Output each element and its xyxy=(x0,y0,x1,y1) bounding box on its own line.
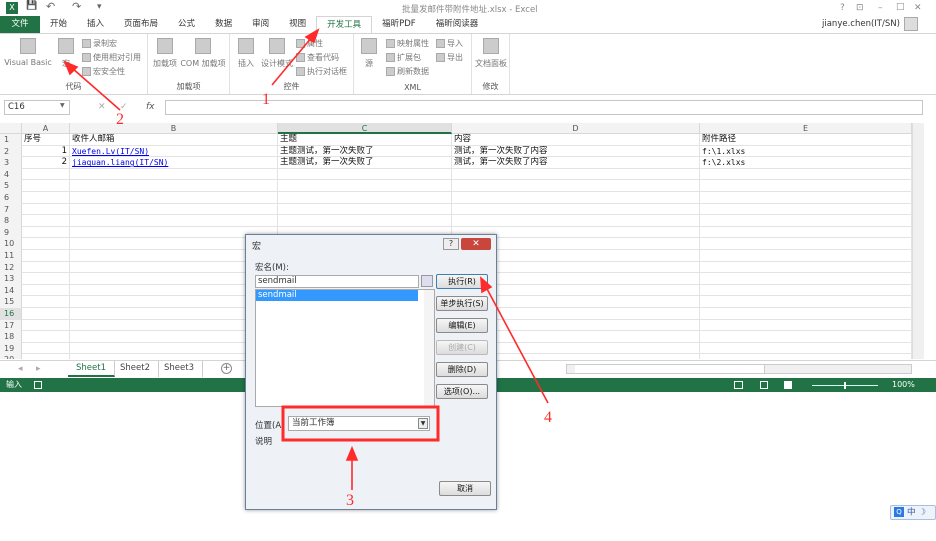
annotation-arrow-2 xyxy=(71,67,121,111)
annotation-label-2: 2 xyxy=(116,111,124,128)
annotation-arrow-1 xyxy=(271,36,313,86)
annotation-arrow-4 xyxy=(485,286,549,404)
arrow-head-icon xyxy=(63,60,79,76)
annotation-box xyxy=(281,405,440,442)
arrow-head-icon xyxy=(345,445,359,461)
annotation-layer: 1 2 3 4 xyxy=(63,28,552,509)
annotation-label-3: 3 xyxy=(346,492,354,509)
arrow-head-icon xyxy=(304,28,320,44)
arrow-head-icon xyxy=(480,276,493,294)
annotation-label-4: 4 xyxy=(544,409,552,426)
annotation-label-1: 1 xyxy=(262,91,270,108)
